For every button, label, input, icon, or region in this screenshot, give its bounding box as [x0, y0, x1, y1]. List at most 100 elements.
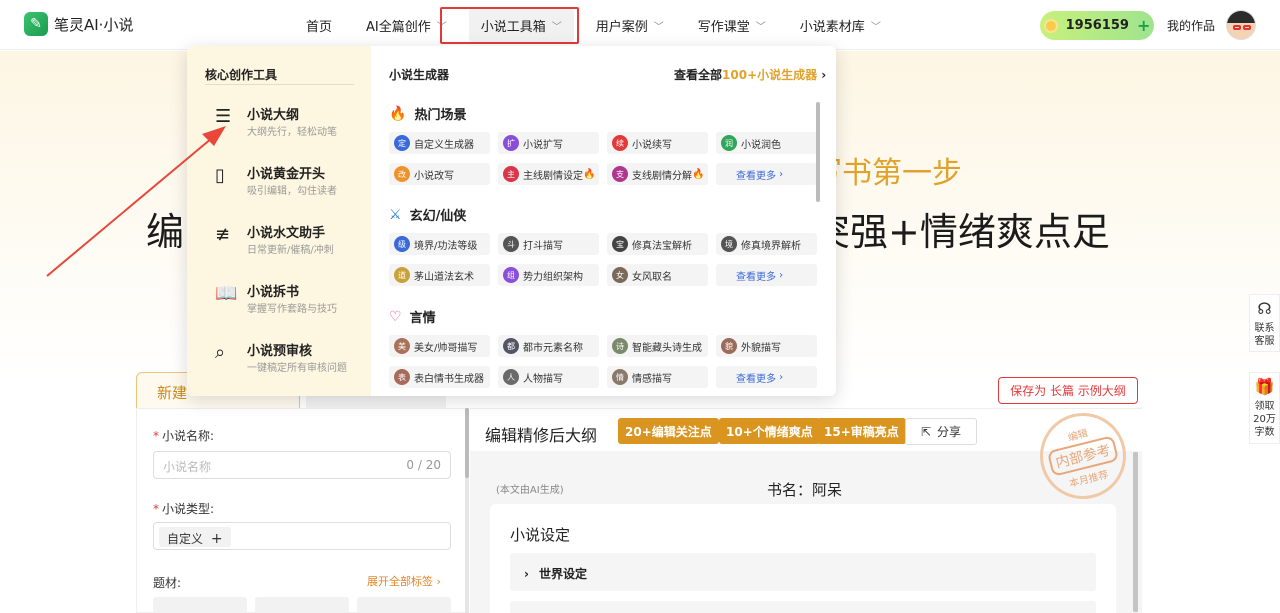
tool-continue[interactable]: 续小说续写: [607, 132, 708, 154]
pen-lines-icon: ≢: [215, 224, 231, 245]
tool-fight[interactable]: 斗打斗描写: [498, 233, 599, 255]
tool-icon: 都: [503, 338, 519, 354]
novel-type-label: * 小说类型:: [153, 502, 215, 516]
tool-icon: 道: [394, 267, 410, 283]
preview-scrollbar[interactable]: [1133, 452, 1138, 612]
theme-option[interactable]: [255, 597, 349, 613]
book-opening-icon: ▯: [215, 165, 225, 186]
world-setting-row[interactable]: › 世界设定: [510, 553, 1096, 591]
novel-name-input[interactable]: 小说名称 0 / 20: [153, 451, 451, 479]
logo[interactable]: ✎ 笔灵AI·小说: [24, 12, 133, 36]
share-label: 分享: [937, 425, 962, 439]
coins-value: 1956159: [1065, 18, 1129, 33]
hero-title-right: 突强+情绪爽点足: [812, 210, 1110, 254]
view-more-fantasy[interactable]: 查看更多 ›: [716, 264, 817, 286]
coins-button[interactable]: 1956159 +: [1040, 11, 1154, 40]
tool-appearance[interactable]: 貌外貌描写: [716, 335, 817, 357]
core-tool-desc: 一键稿定所有审核问题: [247, 363, 347, 374]
badge-review: 15+审稿亮点: [817, 418, 906, 444]
tool-acrostic[interactable]: 诗智能藏头诗生成: [607, 335, 708, 357]
gift-icon: 🎁: [1254, 377, 1275, 396]
nav-classroom[interactable]: 写作课堂 ﹀: [686, 8, 778, 42]
section-romance: ♡ 言情: [389, 308, 436, 327]
theme-option[interactable]: [153, 597, 247, 613]
dropdown-scrollbar[interactable]: [816, 102, 820, 202]
tool-beauty[interactable]: 美美女/帅哥描写: [389, 335, 490, 357]
tool-icon: 扩: [503, 135, 519, 151]
toolbox-dropdown: 核心创作工具 ☰ 小说大纲 大纲先行，轻松动笔 ▯ 小说黄金开头 吸引编辑，勾住…: [187, 46, 836, 396]
tool-female-name[interactable]: 女女风取名: [607, 264, 708, 286]
preview-scrollbar-thumb[interactable]: [1133, 452, 1138, 612]
tab-new-label: 新建: [157, 384, 188, 402]
tool-expand[interactable]: 扩小说扩写: [498, 132, 599, 154]
tool-rewrite[interactable]: 改小说改写: [389, 163, 490, 185]
nav-cases[interactable]: 用户案例 ﹀: [584, 8, 676, 42]
tool-polish[interactable]: 润小说润色: [716, 132, 817, 154]
gift-float[interactable]: 🎁 领取20万字数: [1249, 372, 1280, 444]
tool-love-letter[interactable]: 表表白情书生成器: [389, 366, 490, 388]
nav-home[interactable]: 首页: [294, 8, 344, 42]
share-button[interactable]: ⇱ 分享: [905, 418, 977, 445]
my-works-link[interactable]: 我的作品: [1167, 17, 1215, 34]
next-setting-row[interactable]: [510, 601, 1096, 613]
view-all-generators[interactable]: 查看全部100+小说生成器 ›: [674, 66, 826, 83]
ai-note: (本文由AI生成): [496, 485, 564, 496]
sword-icon: ⚔: [389, 206, 402, 223]
badge-editor: 20+编辑关注点: [618, 418, 719, 444]
outline-icon: ☰: [215, 106, 232, 127]
core-tools-title: 核心创作工具: [205, 68, 278, 82]
expand-tags-link[interactable]: 展开全部标签 ›: [367, 573, 441, 589]
novel-type-field[interactable]: 自定义 +: [153, 522, 451, 550]
novel-name-label: * 小说名称:: [153, 429, 215, 443]
avatar-glasses-left: [1233, 25, 1241, 30]
chevron-down-icon: ﹀: [653, 21, 664, 33]
novel-name-count: 0 / 20: [406, 458, 441, 472]
form-scrollbar-thumb[interactable]: [465, 408, 469, 478]
fire-icon: 🔥: [389, 105, 407, 122]
theme-option[interactable]: [357, 597, 451, 613]
tool-icon: 貌: [721, 338, 737, 354]
tool-icon: 女: [612, 267, 628, 283]
tool-emotion[interactable]: 情情感描写: [607, 366, 708, 388]
save-example-button[interactable]: 保存为 长篇 示例大纲: [998, 377, 1138, 404]
core-tools-panel: 核心创作工具 ☰ 小说大纲 大纲先行，轻松动笔 ▯ 小说黄金开头 吸引编辑，勾住…: [187, 46, 371, 396]
customer-service-float[interactable]: ☊ 联系客服: [1249, 294, 1280, 352]
core-tool-desc: 日常更新/催稿/冲刺: [247, 245, 334, 256]
tool-character[interactable]: 人人物描写: [498, 366, 599, 388]
tool-icon: 改: [394, 166, 410, 182]
chevron-right-icon: ›: [524, 567, 529, 581]
tool-custom-generator[interactable]: 定自定义生成器: [389, 132, 490, 154]
avatar-glasses-right: [1243, 25, 1251, 30]
tool-main-plot[interactable]: 主主线剧情设定 🔥: [498, 163, 599, 185]
nav-materials-label: 小说素材库: [799, 19, 865, 35]
nav-materials[interactable]: 小说素材库 ﹀: [788, 8, 893, 42]
tool-faction[interactable]: 组势力组织架构: [498, 264, 599, 286]
core-tool-name: 小说水文助手: [247, 226, 326, 241]
type-chip[interactable]: 自定义 +: [159, 527, 231, 547]
view-more-romance[interactable]: 查看更多 ›: [716, 366, 817, 388]
section-hot: 🔥 热门场景: [389, 105, 467, 124]
tool-icon: 级: [394, 236, 410, 252]
tool-sub-plot[interactable]: 支支线剧情分解 🔥: [607, 163, 708, 185]
tool-city-names[interactable]: 都都市元素名称: [498, 335, 599, 357]
core-tool-desc: 大纲先行，轻松动笔: [247, 127, 337, 138]
tool-taoism[interactable]: 道茅山道法玄术: [389, 264, 490, 286]
view-more-hot[interactable]: 查看更多 ›: [716, 163, 817, 185]
core-tool-desc: 掌握写作套路与技巧: [247, 304, 337, 315]
highlight-box: [440, 7, 579, 44]
feather-icon: ✎: [24, 12, 48, 36]
generator-title: 小说生成器: [389, 68, 450, 82]
avatar[interactable]: [1226, 10, 1256, 40]
divider: [205, 84, 354, 85]
outline-preview: 编辑精修后大纲 20+编辑关注点 10+个情绪爽点 15+审稿亮点 ⇱ 分享 编辑…: [470, 403, 1142, 613]
gift-label: 领取20万字数: [1253, 401, 1276, 438]
avatar-hair: [1227, 11, 1255, 23]
fire-icon: 🔥: [583, 168, 596, 180]
theme-label: 题材:: [153, 576, 182, 590]
tool-realm-level[interactable]: 级境界/功法等级: [389, 233, 490, 255]
tool-icon: 境: [721, 236, 737, 252]
tool-treasure[interactable]: 宝修真法宝解析: [607, 233, 708, 255]
tool-realm[interactable]: 境修真境界解析: [716, 233, 817, 255]
headset-icon: ☊: [1257, 299, 1272, 318]
form-scrollbar[interactable]: [465, 408, 469, 613]
